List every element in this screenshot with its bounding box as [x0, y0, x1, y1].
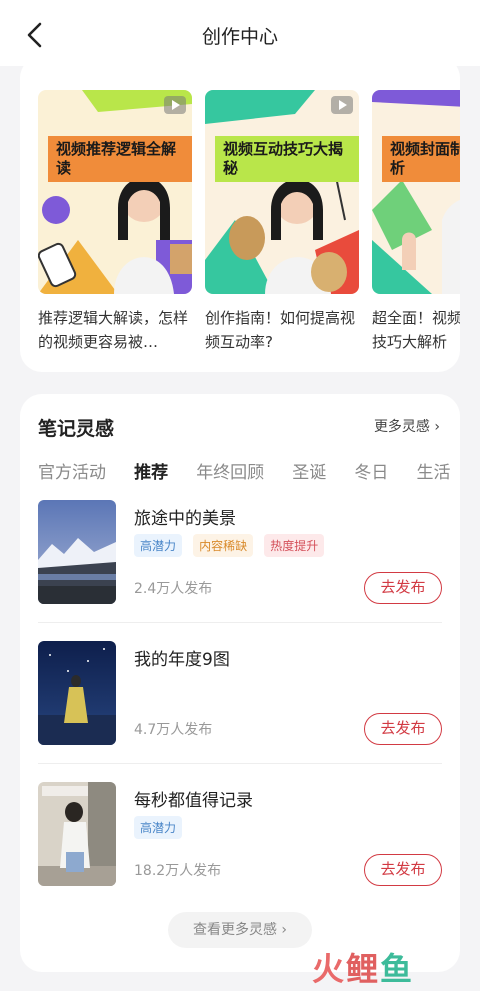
- more-inspiration-link[interactable]: 更多灵感 ›: [374, 416, 440, 436]
- item-tags: 高潜力 内容稀缺 热度提升: [134, 534, 330, 557]
- thumbnail-image: [205, 90, 359, 294]
- watermark-char: 火: [312, 950, 347, 988]
- tag-heat-rising: 热度提升: [264, 534, 325, 557]
- tab-year-review[interactable]: 年终回顾: [196, 458, 264, 483]
- list-item[interactable]: 我的年度9图 4.7万人发布 去发布: [38, 641, 442, 745]
- item-title: 旅途中的美景: [134, 509, 236, 529]
- list-item[interactable]: 每秒都值得记录 高潜力 18.2万人发布 去发布: [38, 782, 442, 886]
- video-tutorials-card: 视频推荐逻辑全解读 推荐逻辑大解读，怎样的视频更容易被… 视频互动技巧大揭秘 创…: [20, 56, 460, 372]
- inspiration-tabs: 官方活动 推荐 年终回顾 圣诞 冬日 生活: [38, 458, 460, 488]
- video-thumbnail: 视频推荐逻辑全解读: [38, 90, 192, 294]
- video-badge: 视频互动技巧大揭秘: [215, 136, 359, 182]
- tag-high-potential: 高潜力: [134, 534, 183, 557]
- item-tags: 高潜力: [134, 816, 188, 839]
- video-caption: 创作指南！如何提高视频互动率?: [205, 309, 356, 351]
- publish-button[interactable]: 去发布: [364, 854, 442, 886]
- divider: [38, 622, 442, 623]
- watermark-char: 鲤: [346, 950, 381, 988]
- watermark-logo: 火鲤鱼: [312, 944, 414, 990]
- page-title: 创作中心: [201, 26, 278, 48]
- thumbnail-image: [38, 90, 192, 294]
- video-caption: 超全面！视频封面制作技巧大解析: [372, 309, 460, 351]
- video-thumbnail: 视频封面制作大解析: [372, 90, 460, 294]
- tab-life[interactable]: 生活: [416, 458, 450, 483]
- video-carousel[interactable]: 视频推荐逻辑全解读 推荐逻辑大解读，怎样的视频更容易被… 视频互动技巧大揭秘 创…: [38, 90, 460, 360]
- item-title: 每秒都值得记录: [134, 791, 253, 811]
- list-item[interactable]: 旅途中的美景 高潜力 内容稀缺 热度提升 2.4万人发布 去发布: [38, 500, 442, 604]
- tab-official-events[interactable]: 官方活动: [38, 458, 106, 483]
- tag-high-potential: 高潜力: [134, 816, 183, 839]
- item-image: [38, 641, 116, 745]
- item-image: [38, 500, 116, 604]
- tab-christmas[interactable]: 圣诞: [292, 458, 326, 483]
- tag-content-scarce: 内容稀缺: [193, 534, 254, 557]
- video-card-1[interactable]: 视频推荐逻辑全解读 推荐逻辑大解读，怎样的视频更容易被…: [38, 90, 192, 354]
- see-more-inspiration-button[interactable]: 查看更多灵感 ›: [168, 912, 312, 948]
- video-badge: 视频封面制作大解析: [382, 136, 460, 182]
- note-inspiration-card: 笔记灵感 更多灵感 › 官方活动 推荐 年终回顾 圣诞 冬日 生活 旅途中的美景…: [20, 394, 460, 972]
- video-thumbnail: 视频互动技巧大揭秘: [205, 90, 359, 294]
- item-image: [38, 782, 116, 886]
- publish-button[interactable]: 去发布: [364, 572, 442, 604]
- thumbnail-image: [372, 90, 460, 294]
- watermark-char: 鱼: [380, 950, 415, 988]
- play-icon: [331, 96, 353, 114]
- item-title: 我的年度9图: [134, 650, 230, 670]
- video-card-3[interactable]: 视频封面制作大解析 超全面！视频封面制作技巧大解析: [372, 90, 460, 354]
- section-title: 笔记灵感: [38, 418, 115, 440]
- tab-winter[interactable]: 冬日: [354, 458, 388, 483]
- publish-count: 2.4万人发布: [134, 581, 213, 597]
- publish-button[interactable]: 去发布: [364, 713, 442, 745]
- divider: [38, 763, 442, 764]
- publish-count: 18.2万人发布: [134, 863, 222, 879]
- video-badge: 视频推荐逻辑全解读: [48, 136, 192, 182]
- play-icon: [164, 96, 186, 114]
- publish-count: 4.7万人发布: [134, 722, 213, 738]
- tab-recommended[interactable]: 推荐: [134, 458, 168, 483]
- video-caption: 推荐逻辑大解读，怎样的视频更容易被…: [38, 309, 189, 351]
- video-card-2[interactable]: 视频互动技巧大揭秘 创作指南！如何提高视频互动率?: [205, 90, 359, 354]
